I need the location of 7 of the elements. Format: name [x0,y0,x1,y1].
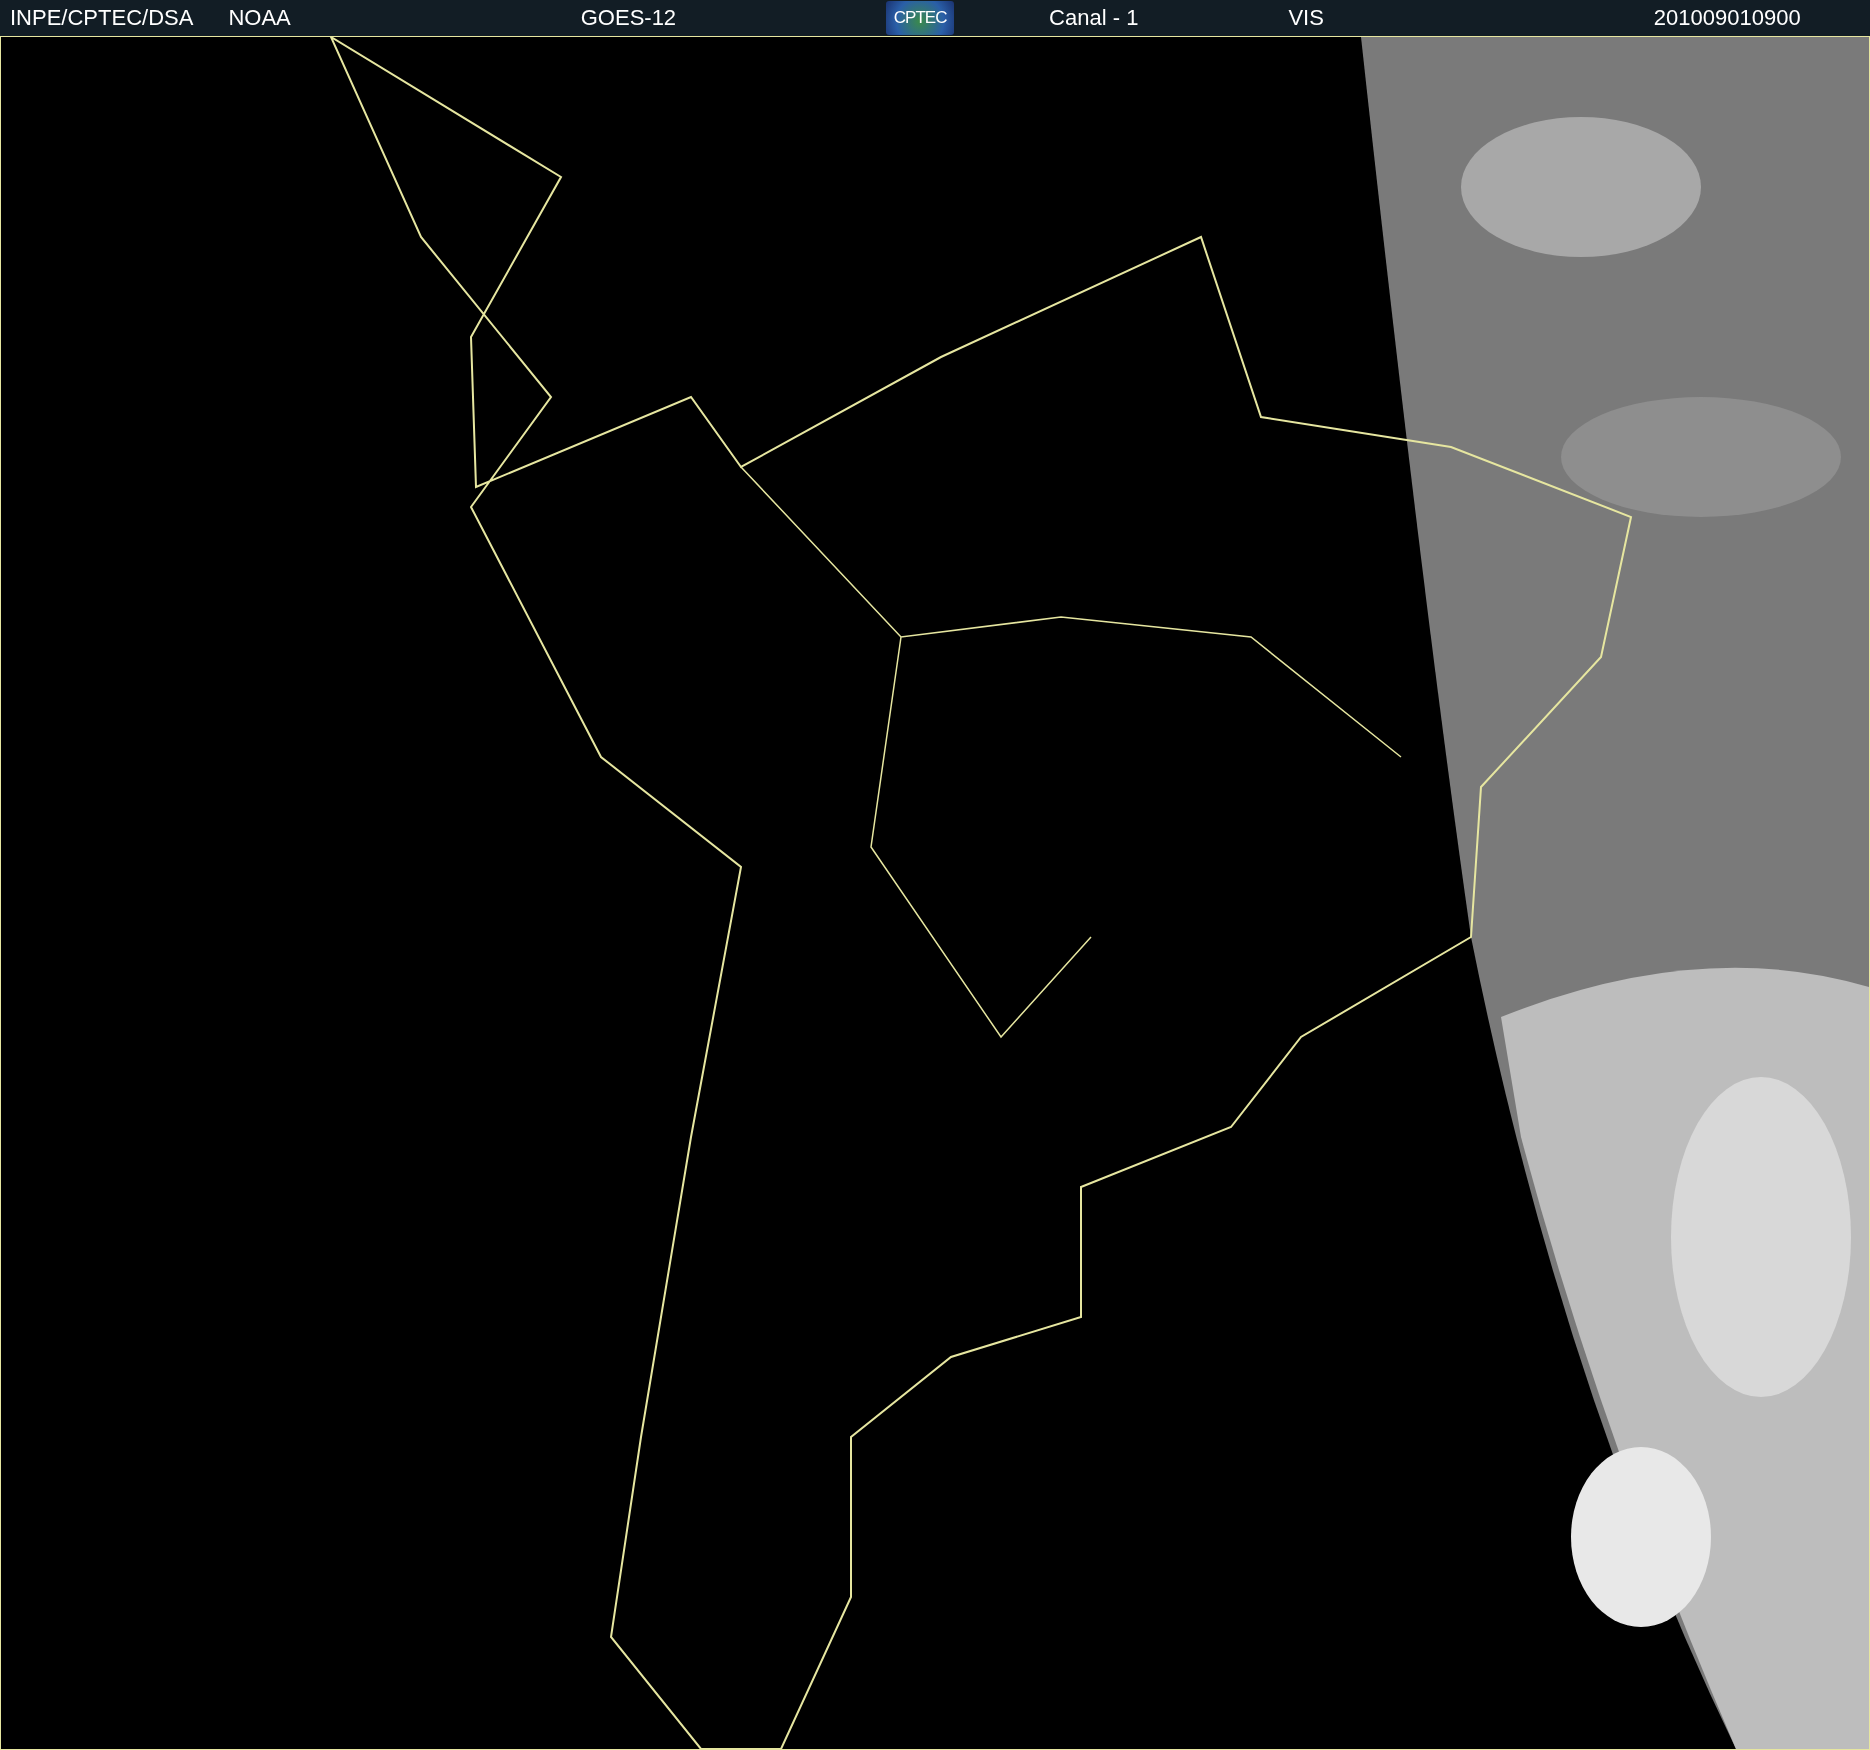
header-label: GOES-12 [580,5,677,31]
header-label: INPE/CPTEC/DSA [10,5,194,31]
logo-text: CPTEC [893,8,947,28]
header-label: VIS [1288,5,1324,31]
header-label: NOAA [228,5,291,31]
header-label: 201009010900 [1653,5,1801,31]
header-label: Canal - 1 [1049,5,1139,31]
